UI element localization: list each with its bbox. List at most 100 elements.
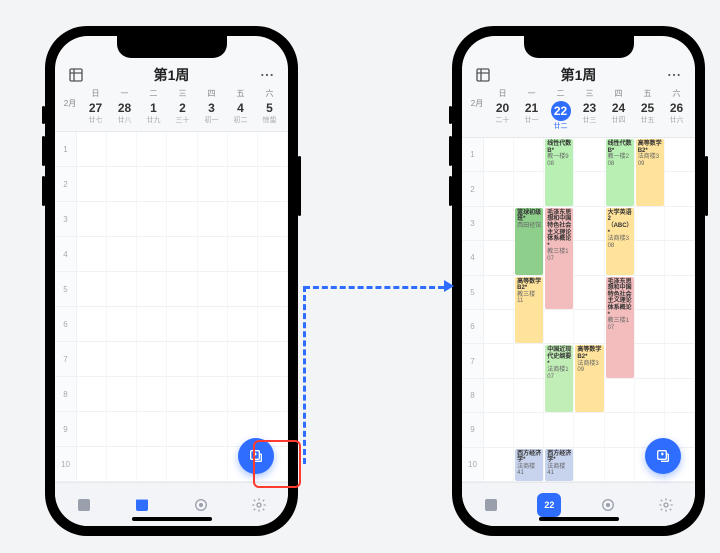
grid-cell[interactable]	[107, 342, 137, 377]
course-event[interactable]: 线性代数 B*教一楼2 08	[606, 139, 634, 206]
grid-cell[interactable]	[77, 237, 107, 272]
day-column[interactable]: 三2三十	[168, 88, 197, 125]
grid-cell[interactable]	[167, 272, 197, 307]
grid-cell[interactable]	[665, 172, 695, 206]
grid-cell[interactable]	[514, 138, 544, 172]
grid-cell[interactable]	[228, 272, 258, 307]
grid-cell[interactable]	[605, 413, 635, 447]
grid-cell[interactable]	[228, 132, 258, 167]
grid-cell[interactable]	[167, 342, 197, 377]
grid-cell[interactable]	[574, 448, 604, 482]
grid-cell[interactable]	[167, 447, 197, 482]
grid-cell[interactable]	[198, 237, 228, 272]
course-event[interactable]: 西方经济学*法商楼41	[515, 449, 543, 481]
grid-cell[interactable]	[107, 447, 137, 482]
course-event[interactable]: 中国近现代史纲要*法商楼1 07	[545, 345, 573, 412]
grid-cell[interactable]	[167, 412, 197, 447]
grid-cell[interactable]	[198, 132, 228, 167]
grid-cell[interactable]	[484, 276, 514, 310]
course-event[interactable]: 毛泽东思想和中国特色社会主义理论体系概论*教三楼1 07	[606, 277, 634, 378]
grid-cell[interactable]	[514, 413, 544, 447]
view-toggle-icon[interactable]	[474, 66, 492, 84]
course-event[interactable]: 西方经济学*法商楼41	[545, 449, 573, 481]
grid-cell[interactable]	[198, 202, 228, 237]
grid-cell[interactable]	[167, 167, 197, 202]
grid-cell[interactable]	[107, 237, 137, 272]
more-icon[interactable]	[258, 66, 276, 84]
grid-cell[interactable]	[635, 379, 665, 413]
grid-cell[interactable]	[258, 237, 288, 272]
grid-cell[interactable]	[574, 241, 604, 275]
grid-cell[interactable]	[107, 202, 137, 237]
grid-cell[interactable]	[665, 276, 695, 310]
grid-cell[interactable]	[137, 132, 167, 167]
day-column[interactable]: 一21廿一	[517, 88, 546, 131]
grid-cell[interactable]	[228, 237, 258, 272]
grid-cell[interactable]	[167, 307, 197, 342]
grid-cell[interactable]	[635, 241, 665, 275]
grid-cell[interactable]	[198, 307, 228, 342]
timetable-grid-left[interactable]: 12345678910	[55, 132, 288, 482]
grid-cell[interactable]	[544, 310, 574, 344]
grid-cell[interactable]	[228, 307, 258, 342]
grid-cell[interactable]	[137, 377, 167, 412]
grid-cell[interactable]	[635, 344, 665, 378]
grid-cell[interactable]	[198, 412, 228, 447]
grid-cell[interactable]	[107, 307, 137, 342]
grid-cell[interactable]	[107, 167, 137, 202]
grid-cell[interactable]	[77, 412, 107, 447]
grid-cell[interactable]	[635, 276, 665, 310]
home-indicator[interactable]	[539, 517, 619, 521]
day-column[interactable]: 五25廿五	[633, 88, 662, 131]
tab-schedule[interactable]	[130, 493, 154, 517]
grid-cell[interactable]	[605, 448, 635, 482]
grid-cell[interactable]	[574, 310, 604, 344]
grid-cell[interactable]	[228, 342, 258, 377]
course-event[interactable]: 高等数学 B2*教三楼11	[515, 277, 543, 344]
grid-cell[interactable]	[228, 202, 258, 237]
grid-cell[interactable]	[167, 202, 197, 237]
tab-settings[interactable]	[247, 493, 271, 517]
grid-cell[interactable]	[77, 447, 107, 482]
grid-cell[interactable]	[574, 172, 604, 206]
course-event[interactable]: 篮球初级班*西田径馆	[515, 208, 543, 275]
grid-cell[interactable]	[484, 379, 514, 413]
grid-cell[interactable]	[77, 202, 107, 237]
grid-cell[interactable]	[574, 276, 604, 310]
grid-cell[interactable]	[77, 307, 107, 342]
grid-cell[interactable]	[198, 167, 228, 202]
grid-cell[interactable]	[665, 344, 695, 378]
grid-cell[interactable]	[665, 310, 695, 344]
grid-cell[interactable]	[198, 272, 228, 307]
day-column[interactable]: 五4初二	[226, 88, 255, 125]
tab-settings[interactable]	[654, 493, 678, 517]
grid-cell[interactable]	[77, 272, 107, 307]
grid-cell[interactable]	[514, 379, 544, 413]
day-column[interactable]: 六26廿六	[662, 88, 691, 131]
tab-discover[interactable]	[596, 493, 620, 517]
grid-cell[interactable]	[484, 413, 514, 447]
add-button[interactable]	[238, 438, 274, 474]
course-event[interactable]: 大学英语2（ABC）*法商楼3 08	[606, 208, 634, 275]
grid-cell[interactable]	[198, 377, 228, 412]
grid-cell[interactable]	[665, 241, 695, 275]
grid-cell[interactable]	[107, 377, 137, 412]
grid-cell[interactable]	[198, 342, 228, 377]
grid-cell[interactable]	[484, 172, 514, 206]
grid-cell[interactable]	[137, 342, 167, 377]
course-event[interactable]: 高等数学 B2*法商楼3 09	[636, 139, 664, 206]
grid-cell[interactable]	[635, 310, 665, 344]
timetable-grid-right[interactable]: 12345678910线性代数 B*教一楼9 08线性代数 B*教一楼2 08高…	[462, 138, 695, 482]
view-toggle-icon[interactable]	[67, 66, 85, 84]
grid-cell[interactable]	[484, 241, 514, 275]
day-column[interactable]: 二22廿二	[546, 88, 575, 131]
day-column[interactable]: 三23廿三	[575, 88, 604, 131]
grid-cell[interactable]	[484, 138, 514, 172]
grid-cell[interactable]	[258, 132, 288, 167]
grid-cell[interactable]	[77, 342, 107, 377]
grid-cell[interactable]	[258, 377, 288, 412]
tab-tasks[interactable]	[72, 493, 96, 517]
grid-cell[interactable]	[167, 132, 197, 167]
grid-cell[interactable]	[484, 448, 514, 482]
day-column[interactable]: 一28廿八	[110, 88, 139, 125]
